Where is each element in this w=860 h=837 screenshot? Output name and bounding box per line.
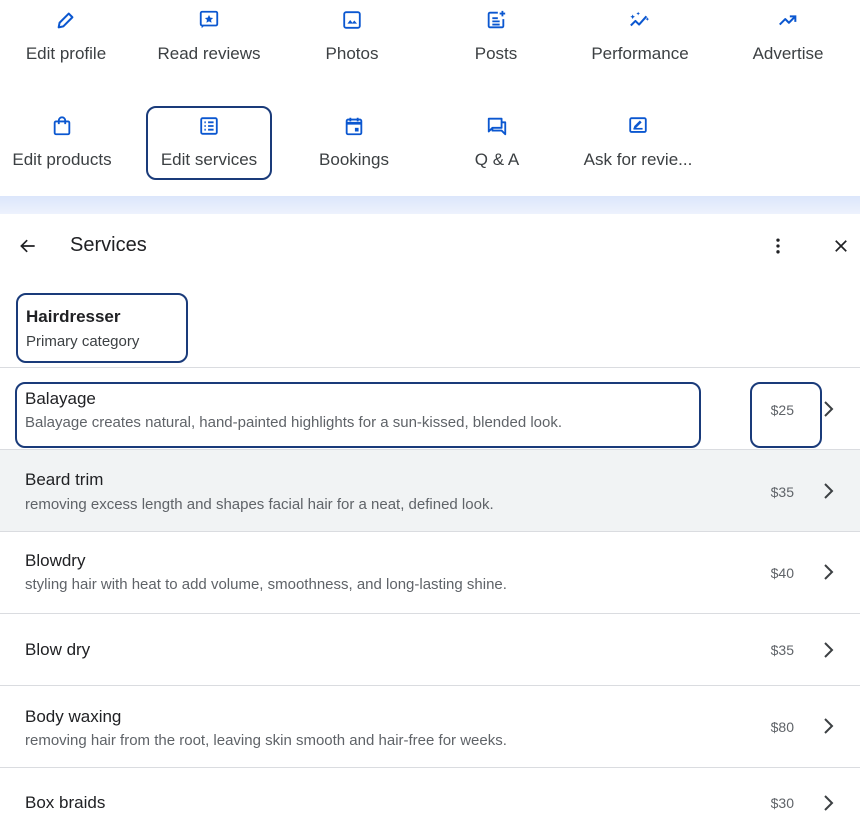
photos-action[interactable]: Photos bbox=[302, 8, 402, 72]
more-vert-icon bbox=[776, 238, 780, 254]
service-row-body-waxing[interactable]: Body waxing removing hair from the root,… bbox=[0, 685, 860, 767]
service-name: Blowdry bbox=[25, 551, 86, 570]
service-price: $35 bbox=[770, 484, 794, 500]
service-description: styling hair with heat to add volume, sm… bbox=[25, 576, 507, 593]
service-row-blowdry[interactable]: Blowdry styling hair with heat to add vo… bbox=[0, 531, 860, 613]
chevron-right-icon bbox=[818, 398, 840, 420]
sparkle-trend-icon bbox=[628, 8, 652, 32]
page-title: Services bbox=[70, 234, 147, 256]
action-label: Advertise bbox=[752, 44, 824, 63]
primary-category[interactable]: Hairdresser Primary category bbox=[16, 293, 188, 363]
action-label: Posts bbox=[474, 44, 518, 63]
performance-action[interactable]: Performance bbox=[580, 8, 700, 72]
quick-actions: Edit profile Read reviews Photos Posts P… bbox=[0, 0, 860, 196]
service-description: removing excess length and shapes facial… bbox=[25, 496, 494, 513]
service-price: $25 bbox=[770, 402, 794, 418]
q-and-a-action[interactable]: Q & A bbox=[452, 114, 542, 178]
action-label: Photos bbox=[325, 44, 379, 63]
edit-profile-action[interactable]: Edit profile bbox=[10, 8, 122, 72]
service-row-box-braids[interactable]: Box braids $30 bbox=[0, 767, 860, 837]
advertise-action[interactable]: Advertise bbox=[736, 8, 840, 72]
service-price: $80 bbox=[770, 719, 794, 735]
pencil-icon bbox=[54, 8, 78, 32]
service-row-balayage[interactable]: Balayage Balayage creates natural, hand-… bbox=[0, 367, 860, 449]
action-label: Ask for revie... bbox=[583, 150, 693, 169]
ask-for-review-action[interactable]: Ask for revie... bbox=[576, 114, 700, 178]
more-options-button[interactable] bbox=[764, 232, 792, 260]
list-icon bbox=[197, 114, 221, 138]
action-label: Bookings bbox=[319, 150, 389, 169]
section-divider-band bbox=[0, 196, 860, 214]
action-label: Edit services bbox=[160, 150, 258, 169]
posts-action[interactable]: Posts bbox=[448, 8, 544, 72]
review-request-icon bbox=[626, 114, 650, 138]
back-button[interactable] bbox=[14, 232, 42, 260]
services-header: Services bbox=[0, 220, 860, 272]
service-row-beard-trim[interactable]: Beard trim removing excess length and sh… bbox=[0, 449, 860, 531]
chevron-right-icon bbox=[818, 561, 840, 583]
chevron-right-icon bbox=[818, 639, 840, 661]
service-price: $35 bbox=[770, 642, 794, 658]
edit-services-action[interactable]: Edit services bbox=[146, 106, 272, 180]
service-name: Body waxing bbox=[25, 707, 122, 726]
action-label: Read reviews bbox=[157, 44, 261, 63]
edit-products-action[interactable]: Edit products bbox=[0, 114, 124, 178]
chevron-right-icon bbox=[818, 480, 840, 502]
service-description: removing hair from the root, leaving ski… bbox=[25, 732, 507, 749]
service-name: Balayage bbox=[25, 389, 96, 408]
star-review-icon bbox=[197, 8, 221, 32]
chat-icon bbox=[485, 114, 509, 138]
action-label: Performance bbox=[591, 44, 689, 63]
service-row-blow-dry[interactable]: Blow dry $35 bbox=[0, 613, 860, 685]
action-label: Edit profile bbox=[25, 44, 107, 63]
post-add-icon bbox=[484, 8, 508, 32]
services-list: Balayage Balayage creates natural, hand-… bbox=[0, 367, 860, 837]
service-name: Blow dry bbox=[25, 640, 91, 659]
action-label: Q & A bbox=[474, 150, 520, 169]
read-reviews-action[interactable]: Read reviews bbox=[150, 8, 268, 72]
trending-up-icon bbox=[776, 8, 800, 32]
shopping-bag-icon bbox=[50, 114, 74, 138]
arrow-back-icon bbox=[20, 239, 35, 253]
close-icon bbox=[835, 240, 847, 252]
action-label: Edit products bbox=[12, 150, 112, 169]
calendar-icon bbox=[342, 114, 366, 138]
service-description: Balayage creates natural, hand-painted h… bbox=[25, 414, 563, 431]
service-name: Beard trim bbox=[25, 470, 104, 489]
chevron-right-icon bbox=[818, 715, 840, 737]
service-price: $40 bbox=[770, 565, 794, 581]
service-price: $30 bbox=[770, 795, 794, 811]
service-name: Box braids bbox=[25, 793, 106, 812]
close-button[interactable] bbox=[827, 232, 855, 260]
category-name: Hairdresser bbox=[26, 307, 121, 326]
category-type: Primary category bbox=[26, 333, 140, 350]
chevron-right-icon bbox=[818, 792, 840, 814]
bookings-action[interactable]: Bookings bbox=[302, 114, 406, 178]
photo-icon bbox=[340, 8, 364, 32]
